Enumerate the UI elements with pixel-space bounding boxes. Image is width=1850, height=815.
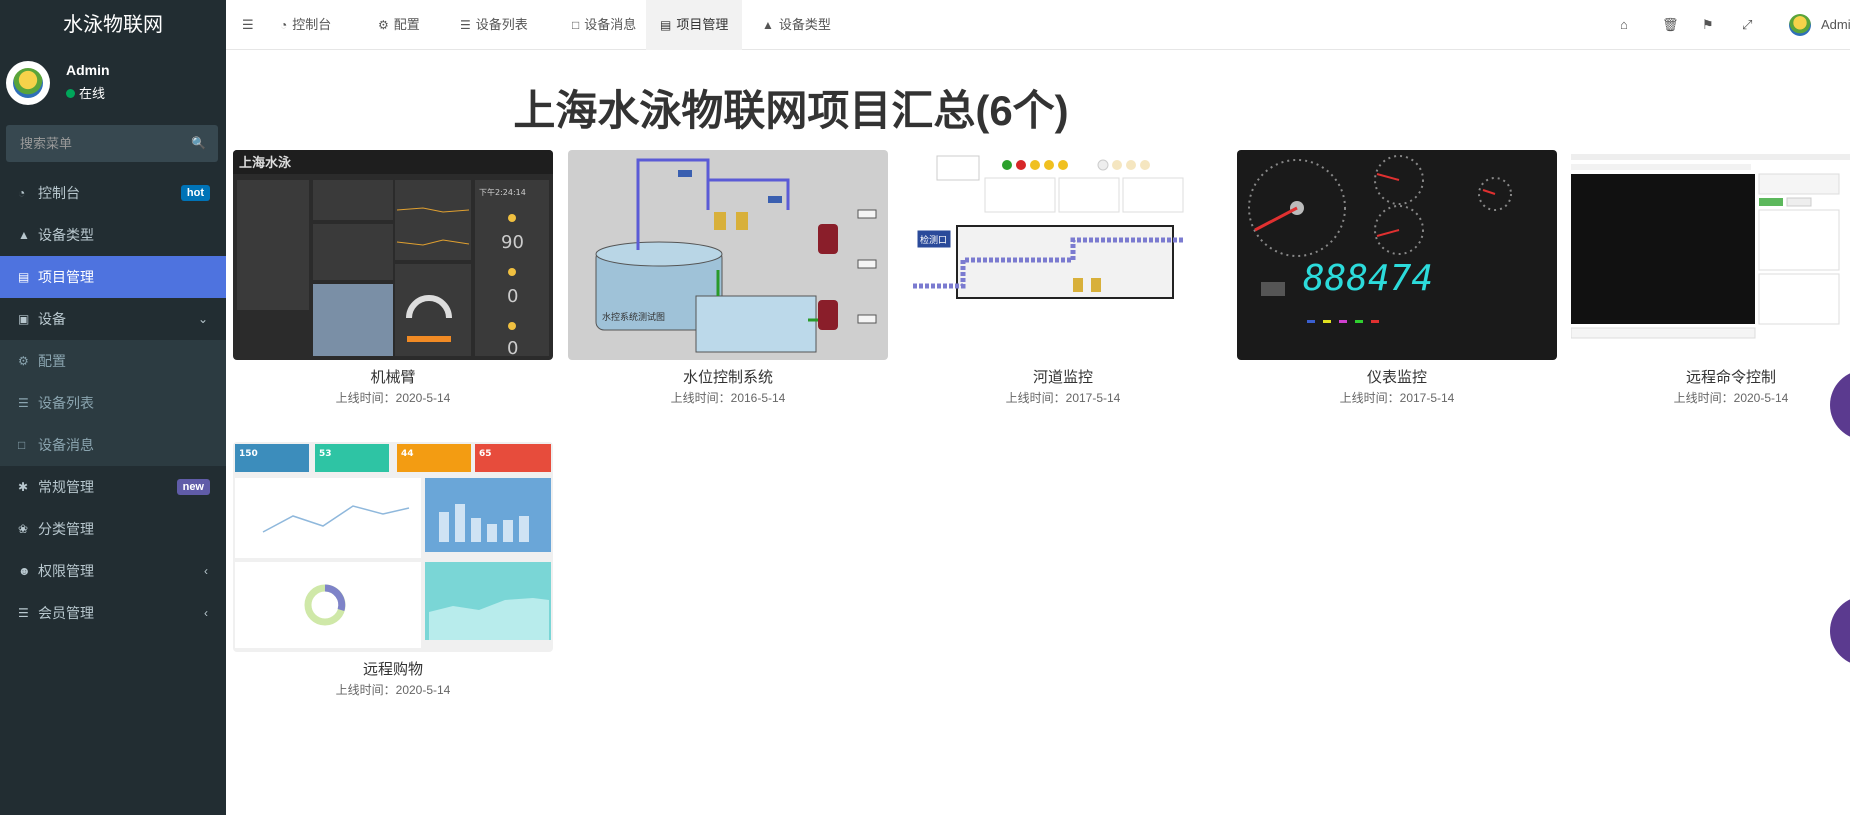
home-icon[interactable]: ⌂: [1620, 17, 1628, 32]
user-panel: Admin 在线: [0, 50, 226, 112]
avatar: [6, 61, 50, 105]
project-thumbnail[interactable]: 上海水泳 下午2:24:14 90 0 0: [233, 150, 553, 360]
dashboard-icon: ◔: [280, 18, 288, 32]
trash-icon[interactable]: 🗑: [1662, 17, 1679, 33]
fullscreen-icon[interactable]: ⤢: [1742, 17, 1752, 33]
online-dot-icon: [66, 89, 75, 98]
project-date: 上线时间：2020-5-14: [1673, 391, 1789, 405]
project-title[interactable]: 仪表监控: [1237, 366, 1557, 387]
project-title[interactable]: 水位控制系统: [568, 366, 888, 387]
gear-icon: ⚙: [378, 18, 389, 32]
file-icon: □: [572, 18, 580, 32]
thumb-stat-4: 65: [479, 449, 492, 459]
file-icon: □: [18, 438, 26, 452]
project-title[interactable]: 远程命令控制: [1571, 366, 1850, 387]
menu-search: 🔍: [6, 125, 218, 162]
users-icon: ☻: [18, 564, 31, 578]
menu-toggle-icon[interactable]: ☰: [242, 17, 254, 33]
project-card[interactable]: 检测口 河道监控 上线时间：2017-5-14: [903, 150, 1223, 406]
project-thumbnail[interactable]: 150 53 44 65: [233, 442, 553, 652]
sitemap-icon: ▲: [762, 18, 774, 32]
project-title[interactable]: 河道监控: [903, 366, 1223, 387]
device-icon: ▣: [18, 312, 30, 326]
list-alt-icon: ☰: [18, 606, 29, 620]
project-card[interactable]: 150 53 44 65 远程购物 上线时间：2020-5-14: [233, 442, 553, 698]
sidebar-item-member[interactable]: ☰ 会员管理 ‹: [0, 592, 226, 634]
sidebar-item-device-type[interactable]: ▲ 设备类型: [0, 214, 226, 256]
thumb-caption: 水控系统测试图: [602, 311, 665, 323]
sidebar-item-project[interactable]: ▤ 项目管理: [0, 256, 226, 298]
top-user-name[interactable]: Admin: [1821, 17, 1850, 32]
project-thumbnail[interactable]: 888474: [1237, 150, 1557, 360]
project-thumbnail[interactable]: 检测口: [903, 150, 1223, 360]
page-title: 上海水泳物联网项目汇总(6个): [513, 87, 1069, 134]
thumb-value-2: 0: [507, 286, 518, 307]
avatar[interactable]: [1789, 14, 1811, 36]
thumb-header-text: 上海水泳: [239, 155, 292, 171]
inbox-icon: ▤: [18, 270, 30, 284]
sidebar-item-permission[interactable]: ☻ 权限管理 ‹: [0, 550, 226, 592]
sidebar-item-device-list[interactable]: ☰ 设备列表: [0, 382, 226, 424]
sitemap-icon: ▲: [18, 228, 30, 242]
language-icon[interactable]: ⚑: [1702, 17, 1714, 33]
sidebar-item-device[interactable]: ▣ 设备 ⌄: [0, 298, 226, 340]
thumb-meter-digits: 888474: [1303, 258, 1433, 299]
tab-project[interactable]: ▤ 项目管理: [646, 0, 743, 50]
sidebar: 水泳物联网 Admin 在线 🔍 ◔ 控制台 hot ▲ 设备类型 ▤ 项目管理…: [0, 0, 226, 815]
sidebar-item-category[interactable]: ❀ 分类管理: [0, 508, 226, 550]
tab-config[interactable]: ⚙ 配置: [364, 0, 434, 50]
project-card[interactable]: 上海水泳 下午2:24:14 90 0 0 机械臂 上线时间：2020-5-14: [233, 150, 553, 406]
user-status: 在线: [66, 83, 105, 102]
main-content: 上海水泳物联网项目汇总(6个) 上海水泳 下午2:24:14 90 0 0 机械…: [226, 51, 1850, 815]
search-input[interactable]: [6, 125, 218, 162]
chevron-left-icon: ‹: [204, 606, 208, 620]
hot-badge: hot: [180, 185, 210, 201]
project-card[interactable]: 水控系统测试图 水位控制系统 上线时间：2016-5-14: [568, 150, 888, 406]
thumb-river-label: 检测口: [920, 234, 947, 246]
project-title[interactable]: 机械臂: [233, 366, 553, 387]
sidebar-item-config[interactable]: ⚙ 配置: [0, 340, 226, 382]
sidebar-item-dashboard[interactable]: ◔ 控制台 hot: [0, 172, 226, 214]
thumb-stat-2: 53: [319, 449, 332, 459]
gear-icon: ⚙: [18, 354, 29, 368]
thumb-stat-3: 44: [401, 449, 414, 459]
project-thumbnail[interactable]: [1571, 150, 1850, 360]
dashboard-icon: ◔: [18, 186, 26, 200]
thumb-time-text: 下午2:24:14: [479, 187, 526, 197]
sidebar-item-general[interactable]: ✱ 常规管理 new: [0, 466, 226, 508]
chevron-left-icon: ‹: [204, 564, 208, 578]
tab-device-type[interactable]: ▲ 设备类型: [748, 0, 845, 50]
chevron-down-icon: ⌄: [197, 312, 208, 326]
tab-dashboard[interactable]: ◔ 控制台: [266, 0, 345, 50]
sidebar-item-device-message[interactable]: □ 设备消息: [0, 424, 226, 466]
list-icon: ☰: [460, 18, 471, 32]
cog-icon: ✱: [18, 480, 29, 494]
user-name: Admin: [66, 62, 110, 78]
project-date: 上线时间：2017-5-14: [1339, 391, 1455, 405]
project-card[interactable]: 远程命令控制 上线时间：2020-5-14: [1571, 150, 1850, 406]
project-thumbnail[interactable]: 水控系统测试图: [568, 150, 888, 360]
project-date: 上线时间：2016-5-14: [670, 391, 786, 405]
project-date: 上线时间：2020-5-14: [335, 683, 451, 697]
project-title[interactable]: 远程购物: [233, 658, 553, 679]
inbox-icon: ▤: [660, 18, 672, 32]
thumb-value-3: 0: [507, 338, 518, 359]
app-logo[interactable]: 水泳物联网: [0, 0, 226, 50]
top-navbar: ☰ ◔ 控制台 ⚙ 配置 ☰ 设备列表 □ 设备消息 ▤ 项目管理 ▲ 设备类型 ⌂ 🗑 ⚑…: [226, 0, 1850, 50]
project-card[interactable]: 888474 仪表监控 上线时间：2017-5-14: [1237, 150, 1557, 406]
project-date: 上线时间：2017-5-14: [1005, 391, 1121, 405]
tab-device-list[interactable]: ☰ 设备列表: [446, 0, 542, 50]
search-icon[interactable]: 🔍: [191, 136, 206, 150]
project-date: 上线时间：2020-5-14: [335, 391, 451, 405]
tab-device-message[interactable]: □ 设备消息: [558, 0, 650, 50]
floating-action-button[interactable]: [1830, 596, 1850, 666]
thumb-value-1: 90: [501, 232, 524, 253]
new-badge: new: [176, 479, 210, 495]
list-icon: ☰: [18, 396, 29, 410]
thumb-stat-1: 150: [239, 449, 258, 459]
leaf-icon: ❀: [18, 522, 29, 536]
